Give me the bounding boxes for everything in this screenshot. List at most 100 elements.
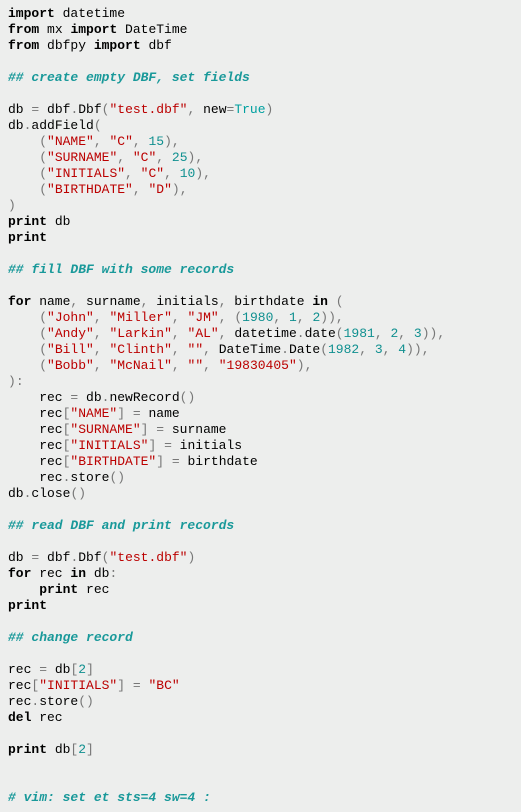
code-token: "INITIALS" [70,438,148,453]
code-token: ) [8,374,16,389]
code-token [211,358,219,373]
code-token: ) [164,134,172,149]
code-token: new [195,102,226,117]
code-token: ( [39,358,47,373]
code-token: , [195,150,203,165]
code-token: , [172,342,180,357]
code-token: , [117,150,125,165]
code-token: "C" [141,166,164,181]
code-token: rec [31,566,70,581]
code-token: () [180,390,196,405]
code-token [8,582,39,597]
code-token [180,358,188,373]
code-token: initials [172,438,242,453]
code-token: , [164,166,172,181]
code-token: "test.dbf" [109,550,187,565]
code-token: ] [86,662,94,677]
code-token: rec [8,390,70,405]
code-token: )) [406,342,422,357]
code-token: 4 [398,342,406,357]
code-token: "BC" [148,678,179,693]
code-token: db [78,390,101,405]
code-token [180,310,188,325]
code-token: store [39,694,78,709]
code-token: ] [156,454,164,469]
code-token: close [31,486,70,501]
code-token: ( [320,342,328,357]
code-token: "SURNAME" [70,422,140,437]
code-token: "NAME" [47,134,94,149]
code-token: name [31,294,70,309]
code-token: , [398,326,406,341]
code-token: "BIRTHDATE" [70,454,156,469]
code-token: True [234,102,265,117]
code-token: db [47,214,70,229]
code-token: ] [117,678,125,693]
code-token: "AL" [188,326,219,341]
code-token: ( [39,134,47,149]
code-token: , [219,294,227,309]
code-token [125,678,133,693]
code-token: print [8,598,47,613]
code-token: "Bobb" [47,358,94,373]
code-token: , [203,342,211,357]
code-token: )) [320,310,336,325]
code-token: import [94,38,141,53]
code-token: db [8,118,24,133]
code-token: 3 [375,342,383,357]
code-token: , [219,310,227,325]
code-token: rec [8,678,31,693]
code-token: dbfpy [39,38,94,53]
code-token: "INITIALS" [39,678,117,693]
code-token: "19830405" [219,358,297,373]
code-token [133,166,141,181]
code-token: ( [94,118,102,133]
code-token [141,134,149,149]
code-token: mx [39,22,70,37]
code-token: print [8,230,47,245]
code-token: surname [164,422,226,437]
code-token [180,342,188,357]
code-token: datetime [227,326,297,341]
code-token: rec [8,438,63,453]
code-token: () [70,486,86,501]
code-token: "Miller" [109,310,171,325]
code-token: surname [78,294,140,309]
code-token: ) [8,198,16,213]
code-token: print [8,214,47,229]
code-token [8,358,39,373]
code-token: , [375,326,383,341]
code-token: = [164,438,172,453]
code-token: ) [172,182,180,197]
code-token: in [70,566,86,581]
code-token: "NAME" [70,406,117,421]
code-token: birthdate [180,454,258,469]
code-token: "" [188,342,204,357]
code-token [406,326,414,341]
code-token: = [39,662,47,677]
code-token: = [172,454,180,469]
code-token: , [156,150,164,165]
code-token: , [94,134,102,149]
code-token: date [305,326,336,341]
code-token: . [297,326,305,341]
code-token [367,342,375,357]
code-token [8,310,39,325]
code-token: . [281,342,289,357]
code-token: 10 [180,166,196,181]
code-token: DateTime [117,22,187,37]
code-token [8,182,39,197]
code-token: print [8,742,47,757]
code-token: ## create empty DBF, set fields [8,70,250,85]
code-token [8,150,39,165]
code-token: from [8,38,39,53]
code-token: import [8,6,55,21]
code-token: , [133,134,141,149]
code-token: name [141,406,180,421]
code-token: , [359,342,367,357]
code-token: ( [39,150,47,165]
code-token: () [78,694,94,709]
code-token: 2 [78,662,86,677]
code-token: : [109,566,117,581]
code-token: for [8,294,31,309]
